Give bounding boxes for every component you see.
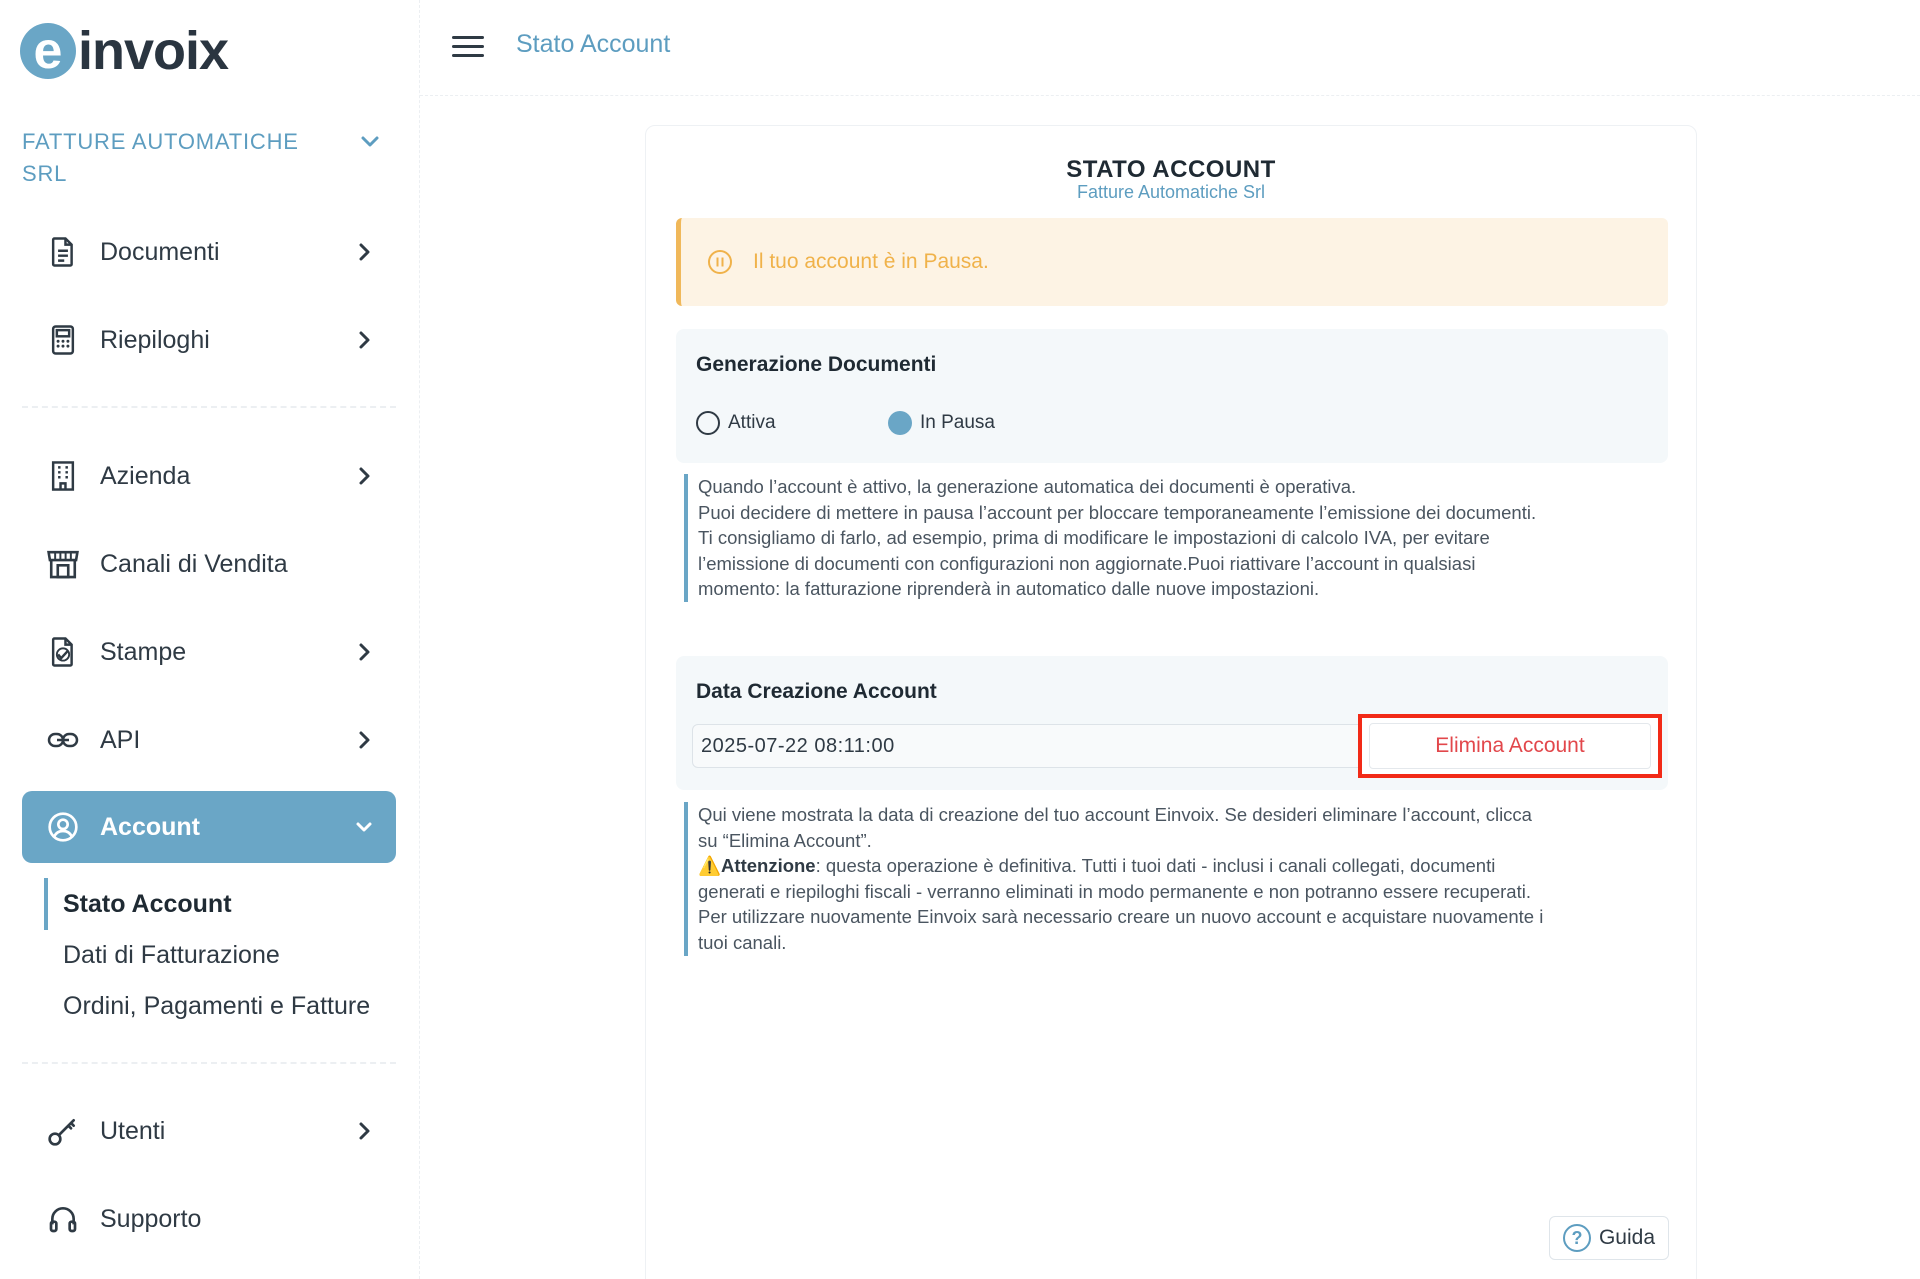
- creation-date-field[interactable]: 2025-07-22 08:11:00: [692, 724, 1372, 768]
- note-line: momento: la fatturazione riprenderà in a…: [698, 578, 1320, 600]
- generation-title: Generazione Documenti: [696, 353, 937, 376]
- generation-note: Quando l’account è attivo, la generazion…: [684, 474, 1654, 602]
- note-line: su “Elimina Account”.: [698, 829, 872, 851]
- sidebar-item-riepiloghi[interactable]: Riepiloghi: [22, 304, 396, 376]
- guide-button[interactable]: ? Guida: [1549, 1216, 1669, 1260]
- sidebar-item-label: API: [100, 725, 141, 754]
- radio-circle-checked: [888, 411, 912, 435]
- creation-panel: Data Creazione Account 2025-07-22 08:11:…: [676, 656, 1668, 790]
- chevron-down-icon: [356, 822, 372, 832]
- chevron-right-icon: [359, 467, 370, 485]
- link-icon: [47, 732, 79, 748]
- sidebar-item-label: Stampe: [100, 637, 187, 666]
- sidebar-item-azienda[interactable]: Azienda: [22, 440, 396, 512]
- sidebar-item-stampe[interactable]: Stampe: [22, 616, 396, 688]
- submenu-item-ordini-pagamenti-fatture[interactable]: Ordini, Pagamenti e Fatture: [63, 992, 370, 1021]
- document-icon: [51, 237, 73, 267]
- page-title: STATO ACCOUNT: [1066, 156, 1276, 183]
- chevron-right-icon: [359, 243, 370, 261]
- logo-text: invoix: [78, 21, 229, 81]
- creation-title: Data Creazione Account: [696, 680, 937, 703]
- note-line: Ti consigliamo di farlo, ad esempio, pri…: [698, 527, 1490, 549]
- chevron-right-icon: [359, 331, 370, 349]
- sidebar-item-label: Riepiloghi: [100, 325, 210, 354]
- delete-account-button[interactable]: Elimina Account: [1369, 723, 1651, 769]
- calculator-icon: [51, 325, 75, 355]
- sidebar-item-label: Account: [100, 812, 200, 841]
- key-icon: [48, 1119, 75, 1146]
- chevron-right-icon: [359, 643, 370, 661]
- radio-label: Attiva: [728, 412, 776, 433]
- chevron-right-icon: [359, 1122, 370, 1140]
- note-line: Per utilizzare nuovamente Einvoix sarà n…: [698, 906, 1544, 928]
- guide-label: Guida: [1598, 1226, 1656, 1249]
- sidebar-divider: [22, 406, 396, 408]
- note-line: l’emissione di documenti con configurazi…: [698, 552, 1476, 574]
- sidebar-item-canali-di-vendita[interactable]: Canali di Vendita: [22, 528, 396, 600]
- help-circle-icon: ?: [1562, 1224, 1591, 1252]
- warning-icon: ⚠️: [698, 855, 722, 877]
- sidebar-item-label: Canali di Vendita: [100, 549, 288, 578]
- sidebar-item-label: Utenti: [100, 1116, 166, 1145]
- note-line: Qui viene mostrata la data di creazione …: [698, 804, 1532, 825]
- creation-note: Qui viene mostrata la data di creazione …: [684, 802, 1654, 956]
- headset-icon: [49, 1207, 77, 1233]
- warning-text: : questa operazione è definitiva. Tutti …: [815, 855, 1496, 877]
- company-name: FATTURE AUTOMATICHE SRL: [22, 129, 299, 186]
- sidebar-item-label: Supporto: [100, 1204, 202, 1233]
- company-subtitle: Fatture Automatiche Srl: [1076, 182, 1266, 202]
- submenu-item-dati-di-fatturazione[interactable]: Dati di Fatturazione: [63, 941, 280, 970]
- print-file-icon: [51, 637, 73, 667]
- note-line: generati e riepiloghi fiscali - verranno…: [698, 880, 1531, 902]
- pause-alert: Il tuo account è in Pausa.: [676, 218, 1668, 306]
- sidebar-item-supporto[interactable]: Supporto: [22, 1183, 396, 1255]
- sidebar-divider: [22, 1062, 396, 1064]
- warning-title: Attenzione: [721, 855, 816, 877]
- topbar: Stato Account: [420, 0, 1920, 96]
- generation-panel: Generazione Documenti Attiva In Pausa: [676, 329, 1668, 463]
- sidebar-item-label: Documenti: [100, 237, 220, 266]
- sidebar: e invoix FATTURE AUTOMATICHE SRL Documen…: [0, 0, 420, 1279]
- company-selector[interactable]: FATTURE AUTOMATICHE SRL: [22, 126, 382, 190]
- radio-attiva[interactable]: Attiva: [696, 411, 776, 435]
- radio-circle: [696, 411, 720, 435]
- submenu-active-indicator: [44, 878, 48, 930]
- account-status-card: STATO ACCOUNT Fatture Automatiche Srl Il…: [645, 125, 1697, 1279]
- sidebar-item-api[interactable]: API: [22, 704, 396, 776]
- building-icon: [51, 461, 75, 491]
- user-circle-icon: [48, 812, 78, 842]
- note-line: Quando l’account è attivo, la generazion…: [698, 476, 1357, 497]
- sidebar-item-account[interactable]: Account: [22, 791, 396, 863]
- pause-circle-icon: [708, 250, 732, 274]
- chevron-right-icon: [359, 731, 370, 749]
- note-line: Puoi decidere di mettere in pausa l’acco…: [698, 501, 1537, 523]
- submenu-item-stato-account[interactable]: Stato Account: [63, 890, 232, 919]
- menu-icon[interactable]: [452, 36, 484, 58]
- store-icon: [47, 550, 79, 579]
- radio-in-pausa[interactable]: In Pausa: [888, 411, 995, 435]
- sidebar-item-label: Azienda: [100, 461, 191, 490]
- delete-account-highlight: Elimina Account: [1358, 714, 1662, 778]
- app-logo[interactable]: e invoix: [20, 20, 229, 82]
- sidebar-item-utenti[interactable]: Utenti: [22, 1095, 396, 1167]
- note-line: tuoi canali.: [698, 931, 787, 953]
- alert-text: Il tuo account è in Pausa.: [753, 250, 989, 273]
- radio-label: In Pausa: [920, 412, 995, 433]
- note-line: ⚠️Attenzione: questa operazione è defini…: [698, 853, 1654, 879]
- logo-mark: e: [20, 23, 76, 79]
- chevron-down-icon: [361, 136, 379, 147]
- breadcrumb[interactable]: Stato Account: [516, 30, 670, 59]
- sidebar-item-documenti[interactable]: Documenti: [22, 216, 396, 288]
